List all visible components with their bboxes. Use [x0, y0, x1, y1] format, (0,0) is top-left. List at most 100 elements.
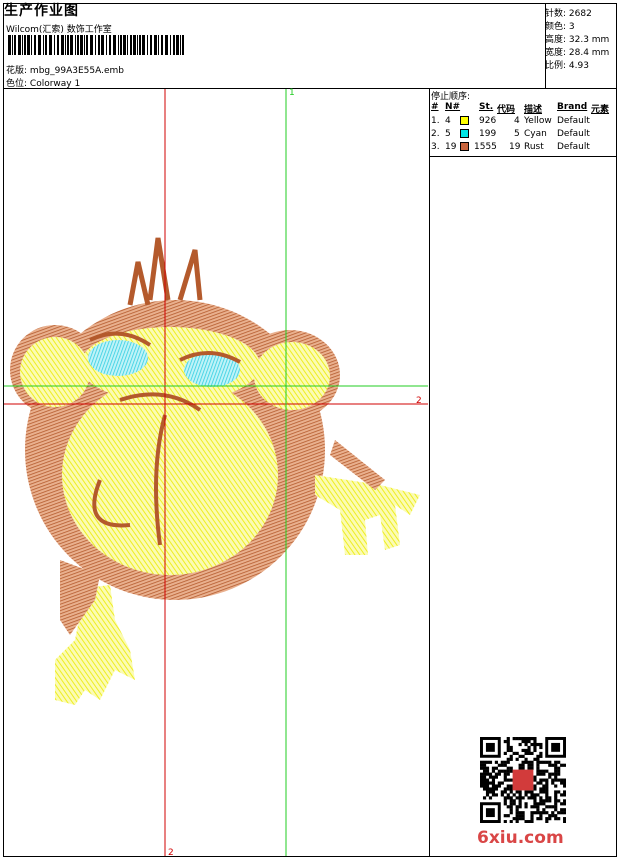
qr-module [509, 790, 513, 794]
qr-module [485, 769, 490, 773]
qr-module [482, 796, 487, 800]
qr-module [530, 763, 534, 767]
qr-module [527, 739, 531, 744]
qr-module [503, 760, 507, 764]
col-header-index: # [431, 102, 439, 112]
qr-module [548, 772, 552, 776]
qr-module [530, 796, 534, 800]
qr-module [551, 805, 555, 809]
qr-module [506, 745, 510, 750]
qr-module [497, 781, 501, 785]
qr-module [542, 778, 546, 782]
qr-module [554, 793, 558, 797]
qr-module [515, 805, 519, 809]
qr-module [500, 793, 504, 797]
qr-module [539, 751, 543, 755]
qr-module [524, 805, 528, 809]
qr-module [545, 799, 549, 803]
qr-module [557, 778, 561, 782]
qr-module [539, 787, 543, 791]
qr-module [536, 757, 540, 761]
qr-module [506, 760, 510, 764]
qr-module [482, 766, 487, 770]
qr-module [503, 778, 507, 782]
qr-module [485, 760, 490, 764]
qr-module [512, 817, 516, 821]
table-row-description: Yellow [524, 116, 552, 126]
qr-module [542, 787, 546, 791]
qr-module [518, 754, 522, 758]
qr-module [494, 766, 498, 770]
table-row-number: 5 [445, 129, 451, 139]
qr-module [509, 757, 513, 761]
site-logo: 6xiu.com [477, 828, 564, 848]
qr-module [503, 802, 507, 806]
qr-module [506, 805, 510, 809]
qr-module [518, 805, 522, 809]
qr-module [548, 763, 552, 767]
qr-module [545, 817, 549, 821]
qr-module [539, 799, 543, 803]
qr-module [536, 808, 540, 812]
guide-label-bottom: 2 [168, 848, 174, 858]
qr-module [542, 799, 546, 803]
qr-module [548, 805, 552, 809]
qr-module [527, 763, 531, 767]
qr-module [482, 775, 487, 779]
col-header-stitches: St. [479, 102, 494, 112]
qr-module [533, 811, 537, 815]
qr-module [506, 772, 510, 776]
qr-module [518, 737, 522, 741]
qr-module [554, 805, 558, 809]
table-row-index: 3. [431, 142, 440, 152]
col-header-element: 元素 [591, 105, 610, 115]
table-row-code: 19 [509, 142, 521, 152]
qr-module [521, 763, 525, 767]
qr-module [509, 748, 513, 753]
qr-module [557, 760, 561, 764]
qr-module [503, 787, 507, 791]
qr-module [545, 784, 549, 788]
qr-module [533, 778, 537, 782]
qr-module [557, 769, 561, 773]
qr-module [536, 754, 540, 758]
qr-module [509, 787, 513, 791]
qr-module [554, 808, 558, 812]
qr-module [524, 790, 528, 794]
qr-module [551, 763, 555, 767]
qr-module [533, 805, 537, 809]
qr-module [551, 778, 555, 782]
qr-module [530, 742, 534, 747]
qr-module [539, 760, 543, 764]
qr-module [515, 814, 519, 818]
qr-module [500, 790, 504, 794]
qr-module [536, 763, 540, 767]
qr-module [512, 799, 516, 803]
qr-module [530, 766, 534, 770]
qr-module [491, 775, 496, 779]
qr-module [482, 769, 487, 773]
table-row-code: 4 [514, 116, 520, 126]
qr-module [518, 763, 522, 767]
qr-module [554, 814, 558, 818]
qr-finder [551, 742, 561, 752]
table-row-index: 2. [431, 129, 440, 139]
table-row-number: 19 [445, 142, 457, 152]
qr-module [494, 760, 498, 764]
table-row-brand: Default [557, 129, 590, 139]
color-swatch-rust [460, 142, 469, 151]
qr-module [530, 814, 534, 818]
qr-module [480, 781, 484, 785]
qr-module [521, 739, 525, 744]
qr-module [491, 769, 496, 773]
qr-module [548, 817, 552, 821]
qr-module [539, 817, 543, 821]
qr-module [545, 811, 549, 815]
qr-module [560, 778, 564, 782]
qr-module [521, 754, 525, 758]
qr-finder [485, 742, 495, 752]
table-row-stitches: 926 [479, 116, 497, 126]
qr-module [539, 769, 543, 773]
qr-module [554, 784, 558, 788]
qr-module [488, 760, 493, 764]
